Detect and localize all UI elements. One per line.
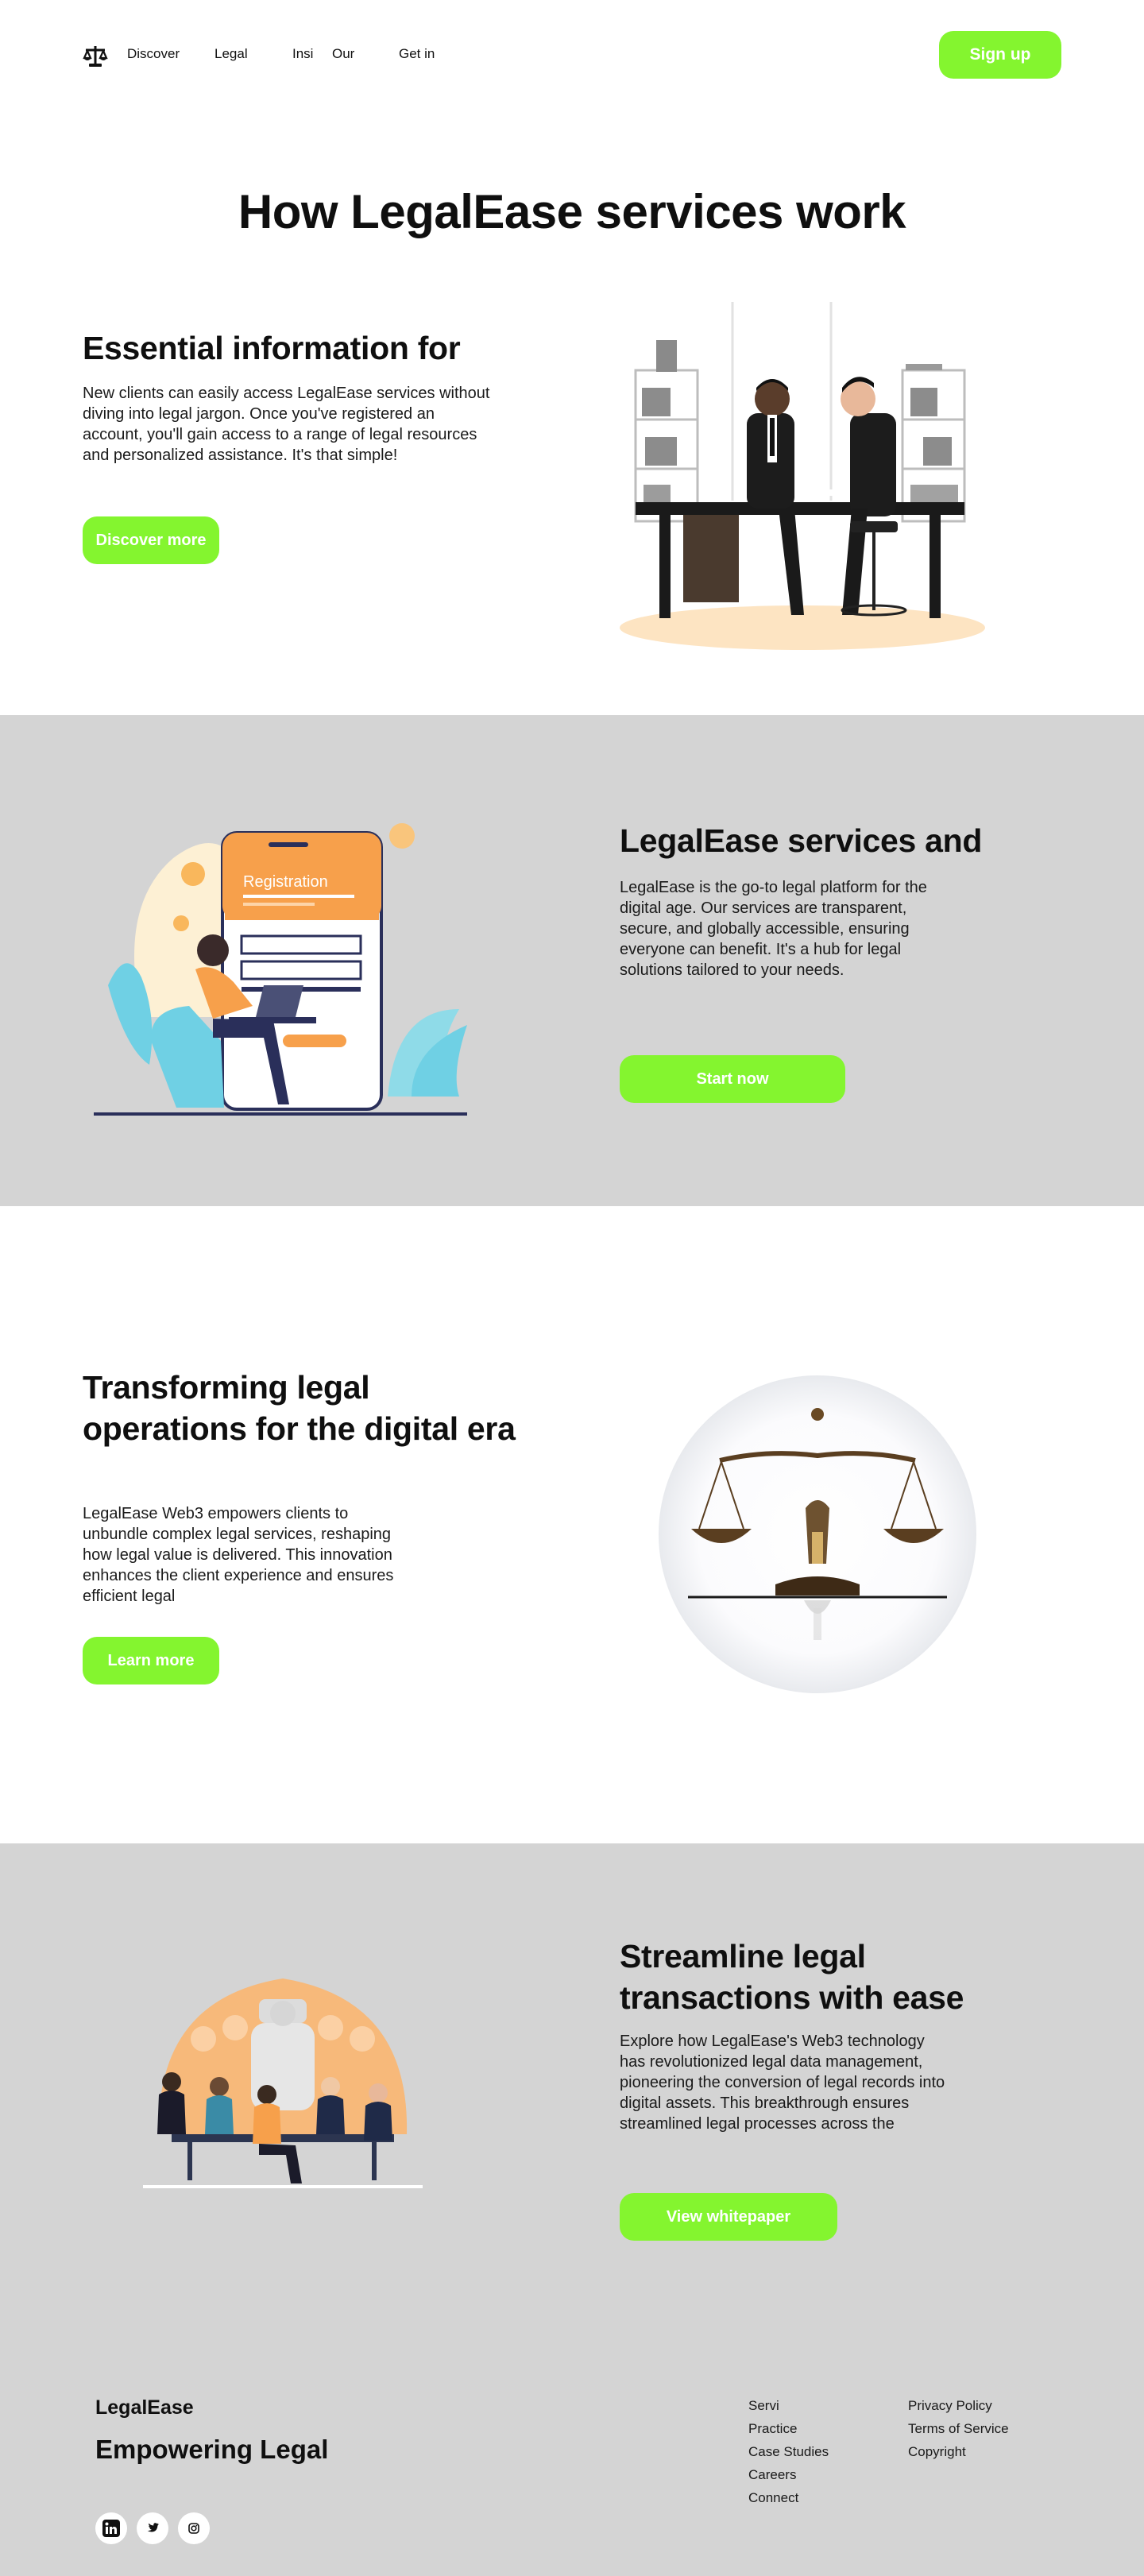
section4-body: Explore how LegalEase's Web3 technology … (620, 2033, 945, 2133)
instagram-icon (188, 2523, 199, 2534)
section3-body: LegalEase Web3 empowers clients to unbun… (83, 1505, 394, 1605)
footer-link-privacy-policy[interactable]: Privacy Policy (908, 2398, 992, 2414)
sign-up-button[interactable]: Sign up (939, 31, 1061, 79)
footer-link-case-studies[interactable]: Case Studies (748, 2444, 829, 2460)
twitter-icon (147, 2523, 159, 2532)
nav-link-legal[interactable]: Legal (214, 46, 248, 62)
footer-link-terms-of-service[interactable]: Terms of Service (908, 2421, 1009, 2437)
section4-heading: Streamline legal transactions with ease (620, 1938, 964, 2016)
section2-body: LegalEase is the go-to legal platform fo… (620, 879, 927, 979)
footer-tagline: Empowering Legal (95, 2435, 329, 2464)
nav-link-insights[interactable]: Insi (292, 46, 313, 62)
team-meeting-illustration (143, 1978, 423, 2188)
nav-link-our[interactable]: Our (332, 46, 354, 62)
lawyers-meeting-illustration (620, 302, 985, 650)
section3-heading: Transforming legal operations for the di… (83, 1369, 516, 1447)
phone-registration-title: Registration (243, 873, 328, 891)
footer-link-practice[interactable]: Practice (748, 2421, 797, 2437)
footer-link-careers[interactable]: Careers (748, 2467, 796, 2483)
footer-link-services[interactable]: Servi (748, 2398, 779, 2414)
top-nav: Discover Legal Insi Our Get in Sign up (0, 0, 1144, 111)
linkedin-social-button[interactable] (95, 2512, 127, 2544)
learn-more-button[interactable]: Learn more (83, 1637, 219, 1684)
section1-body: New clients can easily access LegalEase … (83, 385, 490, 464)
linkedin-icon (102, 2520, 120, 2537)
view-whitepaper-button[interactable]: View whitepaper (620, 2193, 837, 2241)
start-now-button[interactable]: Start now (620, 1055, 845, 1103)
page-title: How LegalEase services work (238, 185, 906, 238)
nav-link-discover[interactable]: Discover (127, 46, 180, 62)
footer-link-connect[interactable]: Connect (748, 2490, 798, 2506)
section1-heading: Essential information for (83, 330, 461, 366)
twitter-social-button[interactable] (137, 2512, 168, 2544)
discover-more-button[interactable]: Discover more (83, 516, 219, 564)
scales-logo-icon[interactable] (83, 44, 108, 68)
scales-of-justice-illustration (659, 1375, 976, 1693)
footer-brand[interactable]: LegalEase (95, 2396, 194, 2419)
instagram-social-button[interactable] (178, 2512, 210, 2544)
section2-heading: LegalEase services and (620, 822, 983, 859)
registration-phone-illustration: Registration (94, 823, 467, 1116)
nav-link-get-in-touch[interactable]: Get in (399, 46, 435, 62)
footer-link-copyright[interactable]: Copyright (908, 2444, 966, 2460)
